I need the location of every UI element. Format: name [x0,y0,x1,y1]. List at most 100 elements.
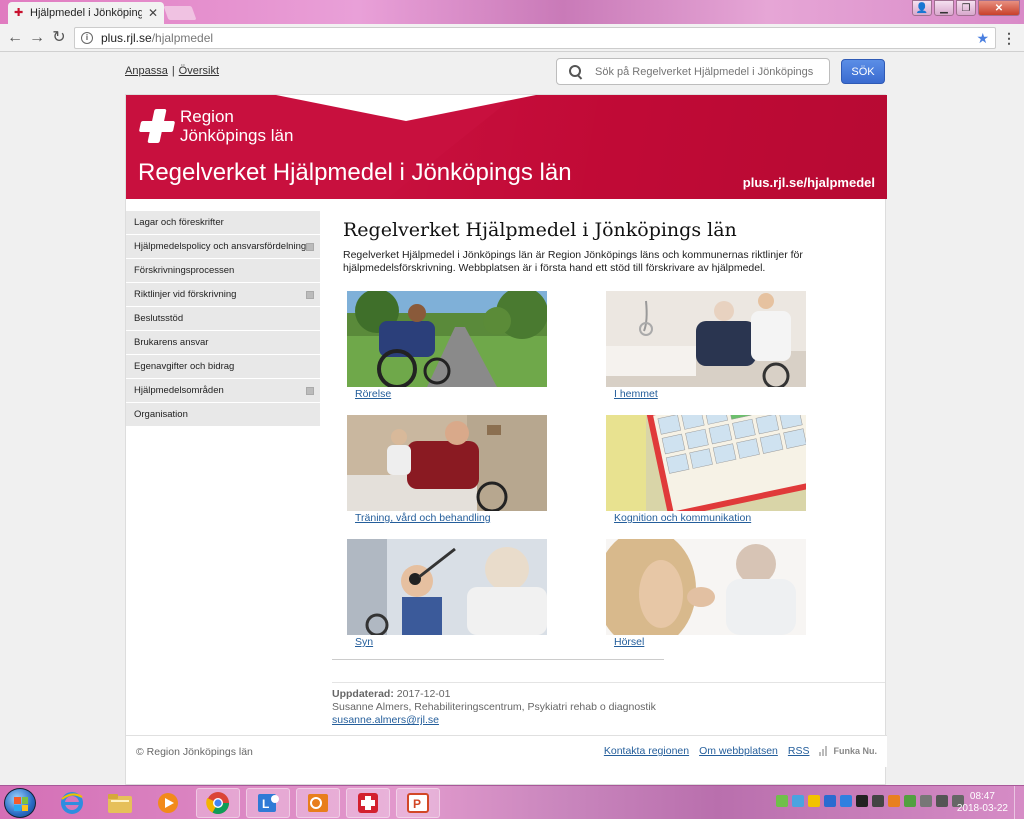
tile-horsel[interactable]: Hörsel [606,539,806,648]
site-url: plus.rjl.se/hjalpmedel [742,175,875,190]
sidebar-item-policy[interactable]: Hjälpmedelspolicy och ansvarsfördelning [126,235,320,259]
tray-icon[interactable] [808,795,820,807]
network-icon[interactable] [936,795,948,807]
tray-icon[interactable] [904,795,916,807]
sidebar-item-hjalpmedelsomraden[interactable]: Hjälpmedelsområden [126,379,320,403]
outlook-taskbar-icon[interactable] [296,788,340,818]
maximize-button[interactable]: ❐ [956,0,976,16]
sidebar-item-brukarens-ansvar[interactable]: Brukarens ansvar [126,331,320,355]
home-lift-photo[interactable] [606,291,806,387]
taskbar-clock[interactable]: 08:47 2018-03-22 [957,791,1008,815]
expand-icon[interactable] [306,387,314,395]
lync-taskbar-icon[interactable]: L [246,788,290,818]
oversikt-link[interactable]: Översikt [179,65,219,77]
tile-caption[interactable]: Hörsel [614,636,806,648]
browser-menu-icon[interactable]: ⋮ [1002,29,1016,47]
tray-icon[interactable] [888,795,900,807]
footer-links: Kontakta regionen Om webbplatsen RSS Fun… [604,745,877,757]
tray-icon[interactable] [776,795,788,807]
bookmark-star-icon[interactable]: ★ [976,30,989,47]
region-logo-text[interactable]: Region Jönköpings län [180,107,293,145]
search-button[interactable]: SÖK [841,59,885,84]
minimize-button[interactable]: ▁ [934,0,954,16]
tile-caption[interactable]: Träning, vård och behandling [355,512,547,524]
browser-tab[interactable]: ✚ Hjälpmedel i Jönköpings ✕ [8,2,164,24]
address-bar[interactable]: i plus.rjl.se/hjalpmedel ★ [74,27,996,49]
funka-bars-icon [819,746,831,756]
utility-links: Anpassa | Översikt [125,65,220,77]
chrome-taskbar-icon[interactable] [196,788,240,818]
rss-link[interactable]: RSS [788,745,810,757]
tray-icon[interactable] [856,795,868,807]
about-link[interactable]: Om webbplatsen [699,745,778,757]
site-footer: © Region Jönköpings län Kontakta regione… [126,735,887,767]
tray-icon[interactable] [920,795,932,807]
back-arrow-icon[interactable]: ← [6,29,24,47]
tile-caption[interactable]: Rörelse [355,388,547,400]
author-text: Susanne Almers, Rehabiliteringscentrum, … [332,701,656,713]
rjl-favicon-icon: ✚ [14,7,24,19]
tile-caption[interactable]: Kognition och kommunikation [614,512,806,524]
start-button[interactable] [4,788,36,818]
site-container: Region Jönköpings län Regelverket Hjälpm… [125,94,887,785]
browser-toolbar: ← → ↻ i plus.rjl.se/hjalpmedel ★ ⋮ [0,24,1024,52]
site-title: Regelverket Hjälpmedel i Jönköpings län [138,159,572,186]
anpassa-link[interactable]: Anpassa [125,65,168,77]
media-player-taskbar-icon[interactable] [146,788,190,818]
sidebar-item-beslutsstod[interactable]: Beslutsstöd [126,307,320,331]
sidebar-nav: Lagar och föreskrifter Hjälpmedelspolicy… [126,211,320,427]
tray-icon[interactable] [792,795,804,807]
symbol-board-photo[interactable] [606,415,806,511]
search-input[interactable] [595,65,817,78]
tab-title: Hjälpmedel i Jönköpings [30,7,142,19]
sidebar-item-lagar[interactable]: Lagar och föreskrifter [126,211,320,235]
tile-syn[interactable]: Syn [347,539,547,648]
region-logo-cross-icon[interactable] [138,109,176,143]
tile-caption[interactable]: Syn [355,636,547,648]
funka-logo[interactable]: Funka Nu. [819,746,877,756]
wheelchair-photo[interactable] [347,291,547,387]
powerpoint-taskbar-icon[interactable]: P [396,788,440,818]
contact-link[interactable]: Kontakta regionen [604,745,689,757]
tab-close-icon[interactable]: ✕ [148,6,158,20]
sidebar-item-organisation[interactable]: Organisation [126,403,320,427]
window-controls: 👤 ▁ ❐ ✕ [912,0,1020,16]
eye-exam-photo[interactable] [347,539,547,635]
tray-icon[interactable] [872,795,884,807]
url-host: plus.rjl.se [101,31,152,45]
tray-icon[interactable] [824,795,836,807]
sidebar-item-riktlinjer[interactable]: Riktlinjer vid förskrivning [126,283,320,307]
treatment-photo[interactable] [347,415,547,511]
browser-titlebar: ✚ Hjälpmedel i Jönköpings ✕ 👤 ▁ ❐ ✕ [0,0,1024,24]
site-info-icon[interactable]: i [81,32,93,44]
expand-icon[interactable] [306,291,314,299]
tile-kognition[interactable]: Kognition och kommunikation [606,415,806,524]
search-icon [569,64,583,79]
site-banner: Region Jönköpings län Regelverket Hjälpm… [126,95,887,199]
updated-info: Uppdaterad: 2017-12-01 Susanne Almers, R… [332,688,656,726]
sidebar-item-egenavgifter[interactable]: Egenavgifter och bidrag [126,355,320,379]
profile-icon[interactable]: 👤 [912,0,932,16]
system-tray [776,795,964,807]
tile-rorelse[interactable]: Rörelse [347,291,547,400]
main-content: Regelverket Hjälpmedel i Jönköpings län … [343,211,873,648]
hearing-photo[interactable] [606,539,806,635]
ie-taskbar-icon[interactable] [50,788,94,818]
author-email-link[interactable]: susanne.almers@rjl.se [332,714,439,726]
expand-icon[interactable] [306,243,314,251]
page-viewport: Anpassa|Översikt SÖK Region Jönköpings l… [0,53,1024,785]
show-desktop-button[interactable] [1014,786,1024,819]
category-grid: Rörelse I hemmet Träning, vård och behan… [347,291,867,651]
bluetooth-icon[interactable] [840,795,852,807]
tile-i-hemmet[interactable]: I hemmet [606,291,806,400]
tile-caption[interactable]: I hemmet [614,388,806,400]
close-window-button[interactable]: ✕ [978,0,1020,16]
sidebar-item-forskrivningsprocessen[interactable]: Förskrivningsprocessen [126,259,320,283]
health-app-taskbar-icon[interactable] [346,788,390,818]
reload-icon[interactable]: ↻ [50,29,68,47]
explorer-taskbar-icon[interactable] [98,788,142,818]
tile-traning[interactable]: Träning, vård och behandling [347,415,547,524]
new-tab-button[interactable] [163,6,197,20]
url-path: /hjalpmedel [151,31,214,45]
forward-arrow-icon[interactable]: → [28,29,46,47]
